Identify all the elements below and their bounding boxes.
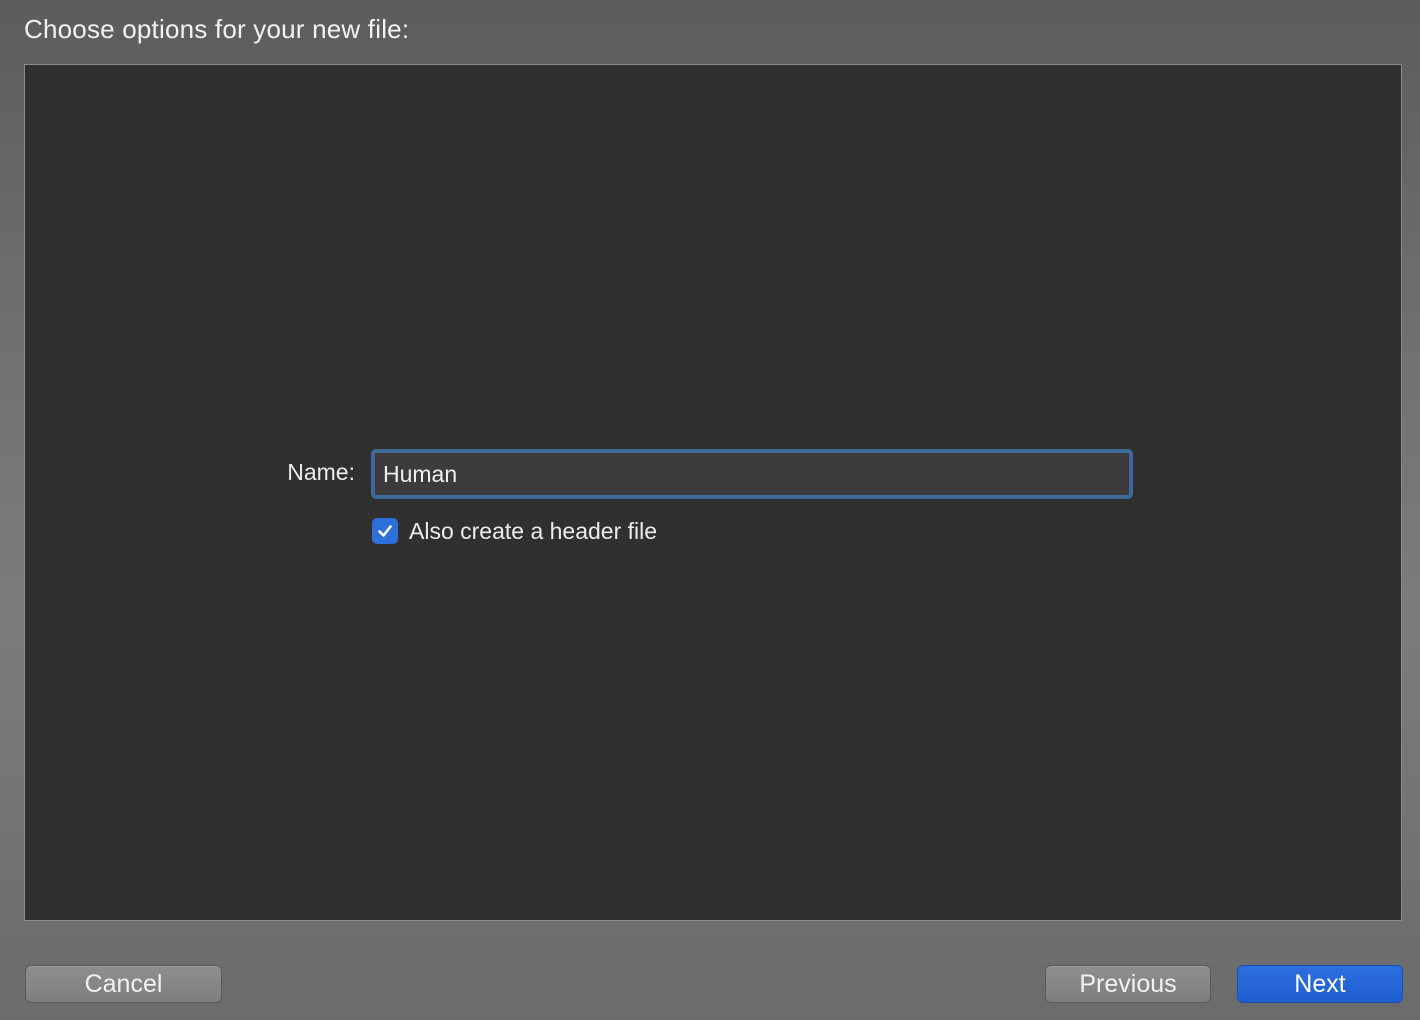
previous-button[interactable]: Previous — [1045, 965, 1211, 1003]
name-label: Name: — [287, 459, 355, 485]
cancel-button[interactable]: Cancel — [25, 965, 222, 1003]
header-file-checkbox[interactable] — [372, 518, 398, 544]
next-button[interactable]: Next — [1237, 965, 1403, 1003]
name-field[interactable] — [371, 449, 1133, 499]
sheet-title: Choose options for your new file: — [24, 14, 410, 44]
options-panel: Name: Also create a header file — [24, 64, 1402, 921]
checkmark-icon — [378, 525, 392, 537]
header-file-checkbox-label: Also create a header file — [409, 517, 658, 544]
header-file-option[interactable]: Also create a header file — [372, 516, 657, 546]
